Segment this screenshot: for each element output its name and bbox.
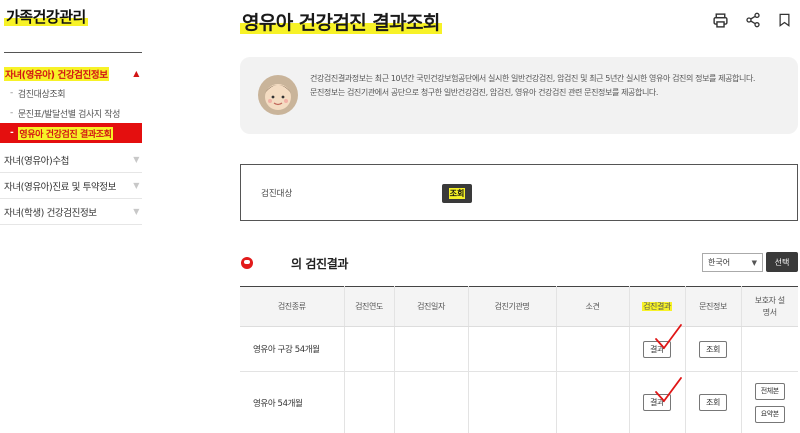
column-header: 검진연도	[344, 286, 395, 327]
cell-date	[394, 371, 469, 433]
sidebar-item-label: 자녀(영유아)수첩	[4, 155, 69, 167]
sidebar-title: 가족건강관리	[4, 8, 88, 26]
sidebar-item-label: 자녀(영유아) 건강검진정보	[4, 66, 109, 81]
result-button-wrap: 결과	[643, 377, 682, 411]
column-header: 소견	[556, 286, 630, 327]
cell-date	[394, 326, 469, 372]
sidebar-subitem-label: 문진표/발달선별 검사지 작성	[17, 109, 121, 120]
table-header-row: 검진종류 검진연도 검진일자 검진기관명 소견 검진결과 문진정보 보호자 설명…	[240, 286, 798, 327]
sidebar-menu: 자녀(영유아) 건강검진정보 ▲ - 검진대상조회 - 문진표/발달선별 검사지…	[0, 64, 142, 225]
sidebar-subitem-questionnaire[interactable]: - 문진표/발달선별 검사지 작성	[0, 103, 142, 123]
sidebar-divider	[4, 52, 142, 53]
cell-year	[344, 326, 395, 372]
column-header-result: 검진결과	[629, 286, 686, 327]
column-header-label: 검진결과	[642, 302, 672, 311]
sidebar-item-label: 자녀(영유아)진료 및 투약정보	[4, 181, 116, 193]
caret-down-icon: ▼	[133, 207, 139, 216]
results-table: 검진종류 검진연도 검진일자 검진기관명 소견 검진결과 문진정보 보호자 설명…	[240, 286, 798, 433]
printer-icon	[712, 12, 728, 28]
table-row: 영유아 54개월 결과 조회 전체본 요약본	[240, 371, 799, 433]
chevron-down-icon: ▼	[751, 258, 757, 267]
info-line: 문진정보는 검진기관에서 공단으로 청구한 일반건강검진, 암검진, 영유아 건…	[310, 88, 659, 97]
interview-view-button[interactable]: 조회	[699, 394, 727, 411]
sidebar-subitem-checkup-target[interactable]: - 검진대상조회	[0, 83, 142, 103]
column-header: 검진종류	[240, 286, 345, 327]
cell-guardian	[741, 326, 798, 372]
caret-down-icon: ▼	[133, 181, 139, 190]
cell-result: 결과	[629, 323, 686, 372]
query-button-label: 조회	[448, 188, 466, 199]
guardian-buttons: 전체본 요약본	[742, 382, 799, 423]
bookmark-icon	[779, 13, 789, 27]
sidebar: 가족건강관리 자녀(영유아) 건강검진정보 ▲ - 검진대상조회 - 문진표/발…	[0, 0, 142, 433]
sidebar-item-label: 자녀(학생) 건강검진정보	[4, 207, 97, 219]
sidebar-item-student-checkup[interactable]: 자녀(학생) 건강검진정보 ▼	[0, 199, 142, 225]
result-button[interactable]: 결과	[643, 394, 671, 411]
cell-institution	[468, 371, 557, 433]
bookmark-button[interactable]	[772, 8, 796, 32]
column-header: 보호자 설명서	[741, 286, 798, 327]
query-button[interactable]: 조회	[442, 184, 472, 203]
results-title: 의 검진결과	[291, 257, 348, 271]
sidebar-item-child-checkup-info[interactable]: 자녀(영유아) 건강검진정보 ▲	[0, 64, 142, 83]
info-line: 건강검진결과정보는 최근 10년간 국민건강보험공단에서 실시한 일반건강검진,…	[310, 74, 756, 83]
baby-avatar-icon	[258, 75, 298, 115]
language-select[interactable]: 한국어 ▼	[702, 253, 763, 272]
result-button-wrap: 결과	[643, 323, 682, 358]
cell-opinion	[556, 326, 630, 372]
dash-icon: -	[10, 88, 13, 98]
share-icon	[746, 12, 760, 28]
sidebar-item-child-treatment[interactable]: 자녀(영유아)진료 및 투약정보 ▼	[0, 173, 142, 199]
column-header: 검진기관명	[468, 286, 557, 327]
info-description: 건강검진결과정보는 최근 10년간 국민건강보험공단에서 실시한 일반건강검진,…	[310, 72, 790, 100]
caret-up-icon: ▲	[133, 69, 139, 78]
cell-institution	[468, 326, 557, 372]
filter-box: 검진대상 조회	[240, 164, 798, 221]
table-row: 영유아 구강 54개월 결과 조회	[240, 323, 798, 372]
sidebar-subitem-checkup-results[interactable]: - 영유아 건강검진 결과조회	[0, 123, 142, 143]
cell-checkup-type: 영유아 구강 54개월	[240, 326, 345, 372]
language-select-button[interactable]: 선택	[766, 252, 798, 272]
result-button[interactable]: 결과	[643, 340, 671, 358]
guardian-full-button[interactable]: 전체본	[754, 382, 785, 400]
cell-opinion	[556, 371, 630, 433]
cell-year	[344, 371, 395, 433]
info-box: 건강검진결과정보는 최근 10년간 국민건강보험공단에서 실시한 일반건강검진,…	[240, 57, 798, 134]
dash-icon: -	[10, 108, 13, 118]
caret-down-icon: ▼	[133, 155, 139, 164]
column-header: 검진일자	[394, 286, 469, 327]
cell-checkup-type: 영유아 54개월	[240, 371, 345, 433]
dash-icon: -	[10, 128, 14, 138]
cell-guardian: 전체본 요약본	[741, 371, 799, 433]
column-header: 문진정보	[685, 286, 742, 327]
sidebar-item-child-handbook[interactable]: 자녀(영유아)수첩 ▼	[0, 147, 142, 173]
interview-view-button[interactable]: 조회	[699, 340, 727, 358]
sidebar-subitem-label: 영유아 건강검진 결과조회	[18, 126, 113, 140]
cell-interview: 조회	[685, 371, 742, 433]
page-title: 영유아 건강검진 결과조회	[240, 12, 442, 34]
share-button[interactable]	[741, 8, 765, 32]
sidebar-subitem-label: 검진대상조회	[17, 89, 66, 100]
cell-interview: 조회	[685, 326, 742, 372]
result-bullet-icon	[241, 257, 253, 269]
guardian-summary-button[interactable]: 요약본	[754, 405, 785, 423]
print-button[interactable]	[708, 8, 732, 32]
checkup-target-label: 검진대상	[261, 189, 293, 199]
language-select-value: 한국어	[708, 258, 731, 267]
cell-result: 결과	[629, 371, 686, 433]
